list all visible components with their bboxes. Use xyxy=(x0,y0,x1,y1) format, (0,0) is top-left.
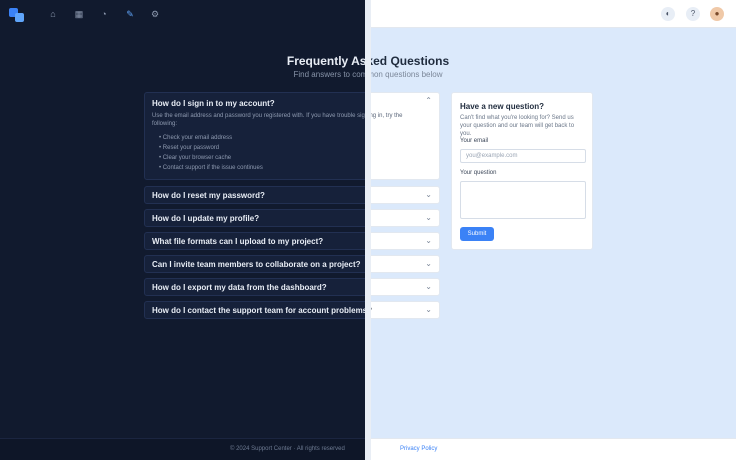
faq-item-dark[interactable]: How do I reset my password? xyxy=(144,186,365,204)
ask-heading: Have a new question? xyxy=(460,102,545,111)
faq-item-dark[interactable]: How do I contact the support team for ac… xyxy=(144,301,365,319)
faq-question: Can I invite team members to collaborate… xyxy=(152,260,361,269)
chevron-up-icon: ⌃ xyxy=(425,96,432,105)
faq-question: How do I contact the support team for ac… xyxy=(152,306,365,315)
chevron-down-icon: ⌄ xyxy=(425,305,432,314)
faq-answer: Use the email address and password you r… xyxy=(152,113,365,127)
faq-question: What file formats can I upload to my pro… xyxy=(152,237,324,246)
faq-item-dark[interactable]: How do I update my profile? xyxy=(144,209,365,227)
privacy-link[interactable]: Privacy Policy xyxy=(400,446,437,452)
ask-question-card: Have a new question? Can't find what you… xyxy=(451,92,593,250)
faq-question: How do I sign in to my account? xyxy=(152,99,275,108)
logo-icon[interactable] xyxy=(8,6,26,24)
list-item: Contact support if the issue continues xyxy=(159,163,263,173)
email-label: Your email xyxy=(460,138,489,144)
split-divider[interactable] xyxy=(365,0,371,460)
chevron-down-icon: ⌄ xyxy=(425,190,432,199)
chevron-down-icon: ⌄ xyxy=(425,213,432,222)
chevron-down-icon: ⌄ xyxy=(425,259,432,268)
faq-question: How do I reset my password? xyxy=(152,191,265,200)
grid-icon[interactable]: ▦ xyxy=(73,8,85,20)
list-item: Reset your password xyxy=(159,143,263,153)
chevron-down-icon: ⌄ xyxy=(425,236,432,245)
list-item: Clear your browser cache xyxy=(159,153,263,163)
page-subtitle-dark: Find answers to common questions below xyxy=(293,70,365,79)
settings-icon[interactable]: ⚙ xyxy=(149,8,161,20)
avatar[interactable]: ● xyxy=(710,7,724,21)
bell-icon[interactable]: ◔ xyxy=(98,8,110,20)
dark-page: ⌂ ▦ ◔ ✎ ⚙ Frequently Asked Questions Fin… xyxy=(0,0,365,460)
faq-question: How do I export my data from the dashboa… xyxy=(152,283,327,292)
page-title-dark: Frequently Asked Questions xyxy=(286,54,365,68)
chevron-down-icon: ⌄ xyxy=(425,282,432,291)
list-item: Check your email address xyxy=(159,133,263,143)
pencil-icon[interactable]: ✎ xyxy=(124,8,136,20)
question-label: Your question xyxy=(460,170,497,176)
faq-item-open-dark[interactable]: How do I sign in to my account? Use the … xyxy=(144,92,365,180)
ask-description: Can't find what you're looking for? Send… xyxy=(460,115,575,137)
faq-item-dark[interactable]: Can I invite team members to collaborate… xyxy=(144,255,365,273)
faq-answer-list: Check your email address Reset your pass… xyxy=(159,133,263,173)
footer-copyright: © 2024 Support Center · All rights reser… xyxy=(230,446,345,452)
theme-toggle-icon[interactable]: ◐ xyxy=(661,7,675,21)
email-field[interactable]: you@example.com xyxy=(460,149,586,163)
faq-question: How do I update my profile? xyxy=(152,214,260,223)
faq-item-dark[interactable]: What file formats can I upload to my pro… xyxy=(144,232,365,250)
submit-button[interactable]: Submit xyxy=(460,227,494,241)
faq-item-dark[interactable]: How do I export my data from the dashboa… xyxy=(144,278,365,296)
question-textarea[interactable] xyxy=(460,181,586,219)
home-icon[interactable]: ⌂ xyxy=(47,8,59,20)
help-icon[interactable]: ? xyxy=(686,7,700,21)
